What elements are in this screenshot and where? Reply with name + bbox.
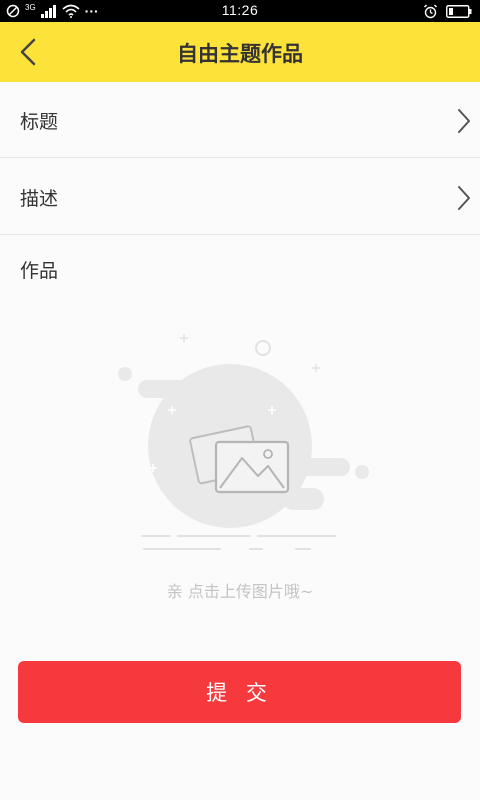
description-label: 描述: [20, 188, 59, 210]
status-time: 11:26: [221, 2, 259, 18]
upload-hint[interactable]: 亲 点击上传图片哦~: [0, 578, 480, 602]
status-bar: 3G ··· 11:26: [0, 0, 480, 22]
image-placeholder-icon: [118, 334, 369, 550]
upload-image-area[interactable]: [100, 328, 380, 558]
description-row[interactable]: 描述: [0, 159, 480, 235]
submit-button[interactable]: 提 交: [18, 661, 461, 723]
app-header: 自由主题作品: [0, 22, 480, 82]
alarm-icon: [424, 4, 437, 18]
page-title: 自由主题作品: [177, 42, 303, 66]
status-right: [423, 3, 472, 19]
works-label: 作品: [20, 260, 59, 282]
battery-icon: [446, 4, 472, 18]
chevron-right-icon: [458, 186, 470, 210]
chevron-right-icon: [458, 109, 470, 133]
title-label: 标题: [20, 111, 59, 133]
title-row[interactable]: 标题: [0, 82, 480, 158]
